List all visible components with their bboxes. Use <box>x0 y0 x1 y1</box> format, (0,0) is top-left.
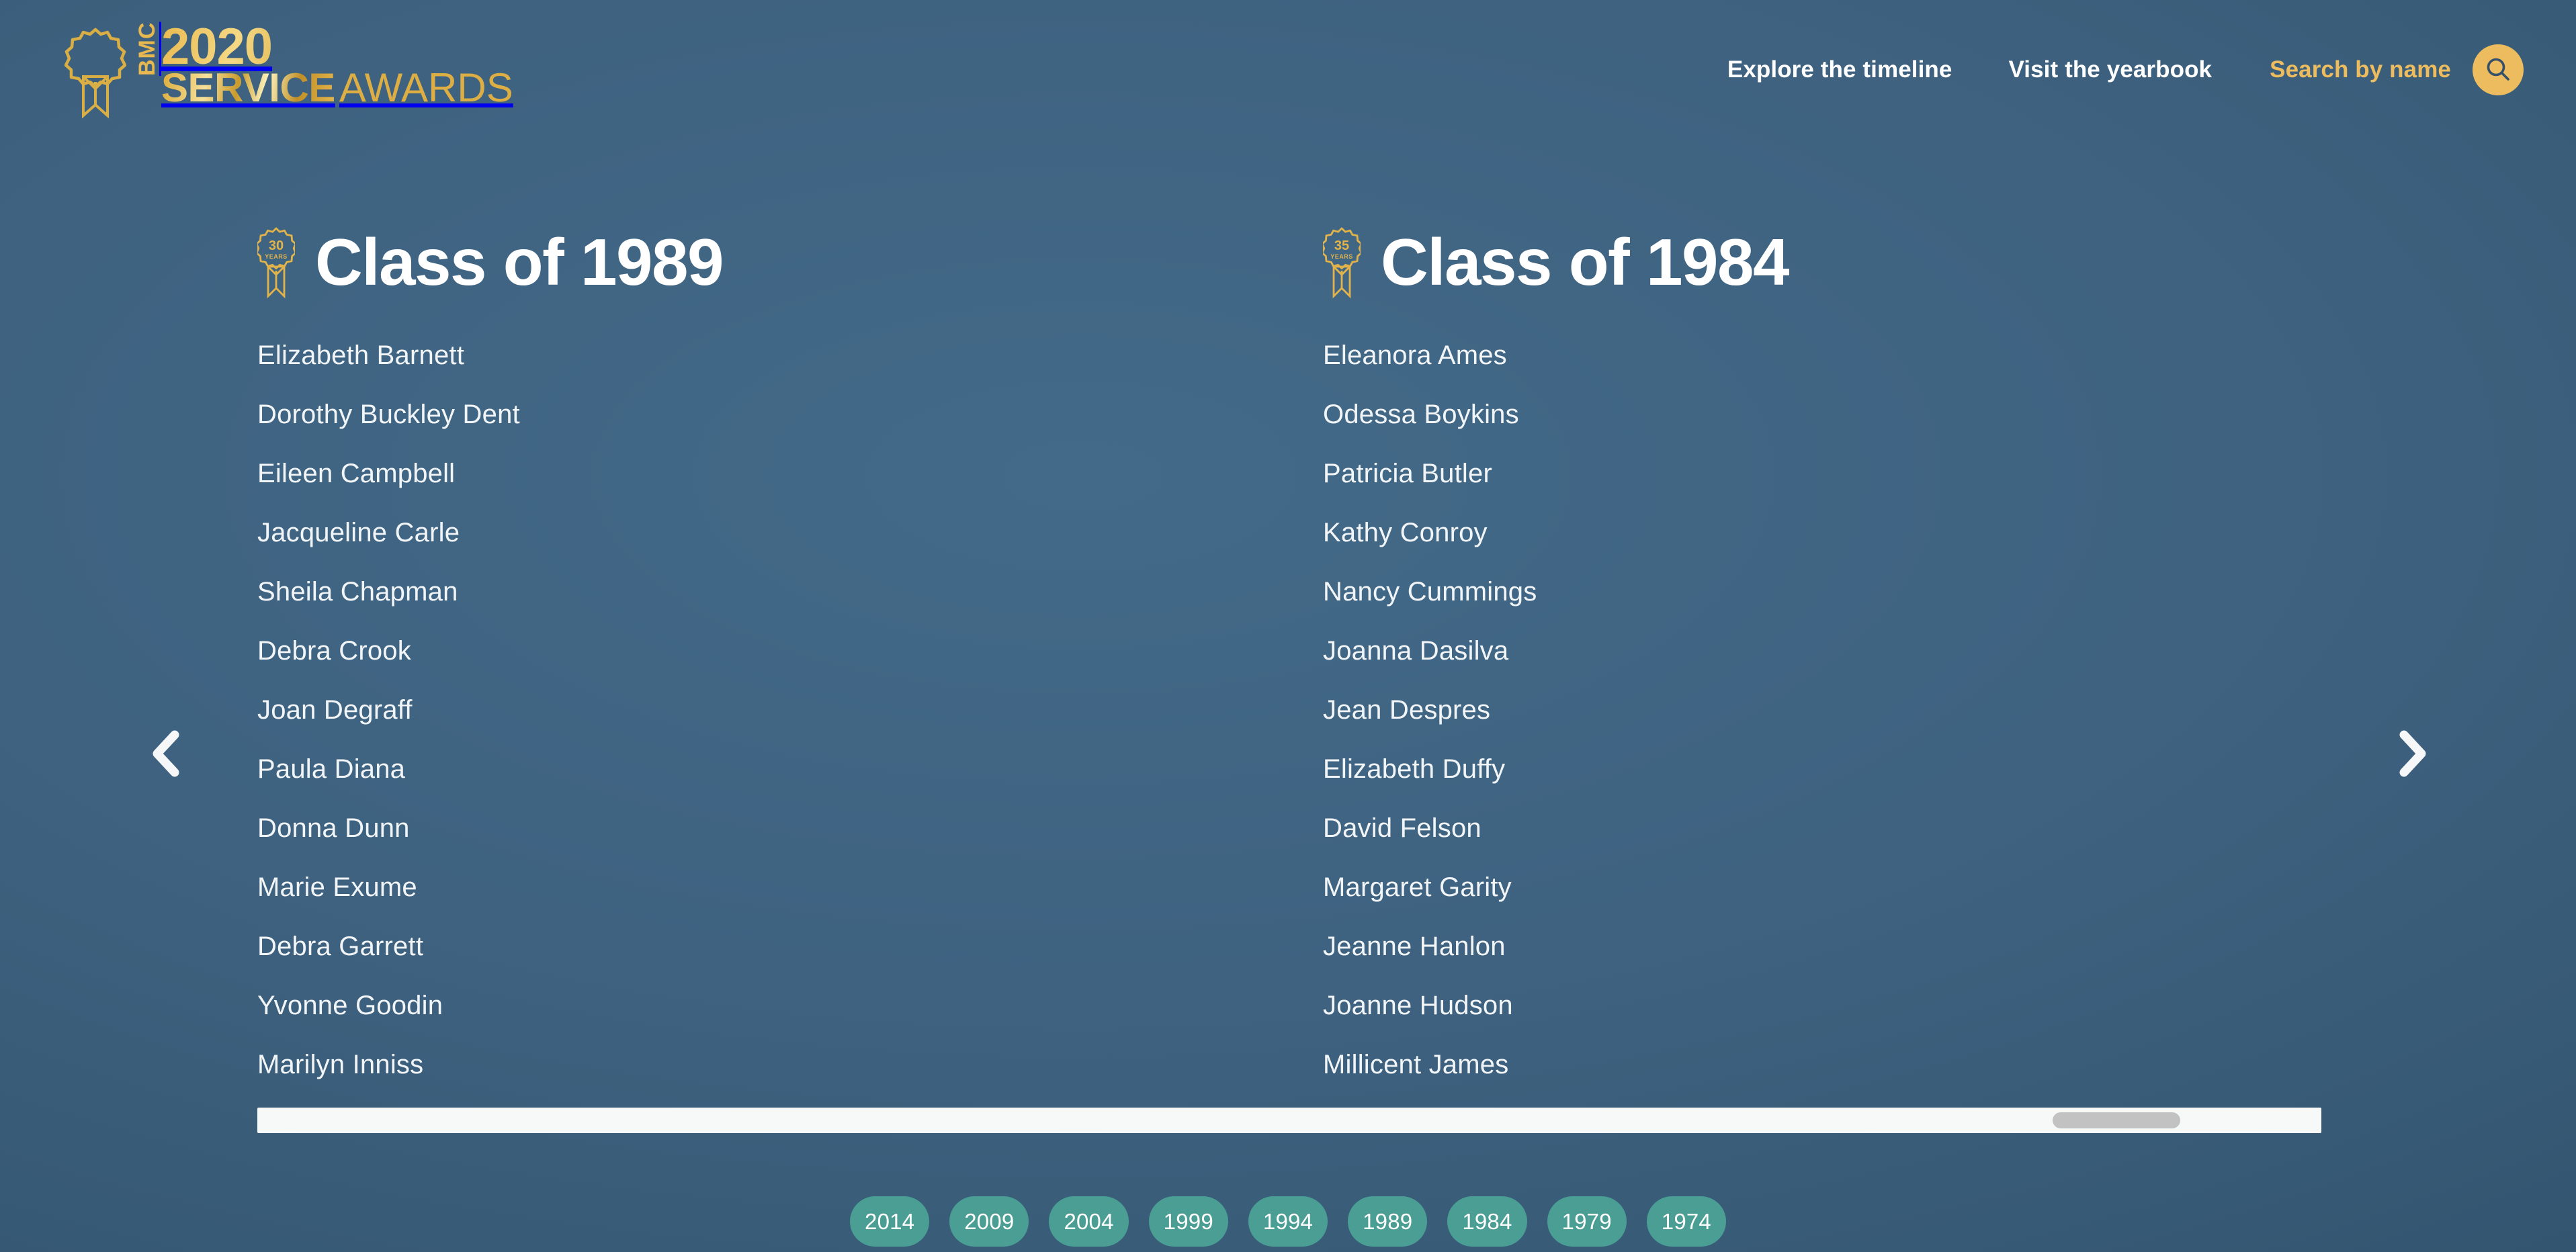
list-item[interactable]: Dorothy Buckley Dent <box>257 385 1256 444</box>
site-header: BMC 2020 SERVICE AWARDS Explore the time… <box>0 0 2576 154</box>
brand-logo[interactable]: BMC 2020 SERVICE AWARDS <box>64 21 513 120</box>
carousel-prev-button[interactable] <box>134 722 199 787</box>
classes-viewport: 30 YEARS Class of 1989 Elizabeth Barnett… <box>257 212 2321 1165</box>
year-nav: 2014 2009 2004 1999 1994 1989 1984 1979 … <box>0 1196 2576 1247</box>
scrollbar-thumb[interactable] <box>2053 1112 2180 1128</box>
list-item[interactable]: Marie Exume <box>257 858 1256 917</box>
classes-row: 30 YEARS Class of 1989 Elizabeth Barnett… <box>257 212 2321 1094</box>
brand-year-text: 2020 <box>161 21 513 73</box>
chevron-right-icon <box>2391 727 2434 782</box>
list-item[interactable]: Eleanora Ames <box>1323 326 2321 385</box>
search-icon <box>2483 54 2513 86</box>
anniversary-badge-icon: 30 YEARS <box>257 226 297 300</box>
class-carousel: 30 YEARS Class of 1989 Elizabeth Barnett… <box>0 154 2576 1135</box>
list-item[interactable]: Debra Crook <box>257 621 1256 680</box>
carousel-next-button[interactable] <box>2380 722 2444 787</box>
class-heading: 30 YEARS Class of 1989 <box>257 212 1256 312</box>
chevron-left-icon <box>145 727 188 782</box>
list-item[interactable]: Marilyn Inniss <box>257 1035 1256 1094</box>
year-pill-1994[interactable]: 1994 <box>1248 1196 1328 1247</box>
anniversary-badge-unit: YEARS <box>1330 253 1353 260</box>
nav-link-search-by-name[interactable]: Search by name <box>2270 52 2451 87</box>
year-pill-2014[interactable]: 2014 <box>850 1196 930 1247</box>
list-item[interactable]: Debra Garrett <box>257 917 1256 976</box>
class-title: Class of 1989 <box>315 225 724 299</box>
brand-awards-text: AWARDS <box>339 64 513 110</box>
brand-service-text: SERVICE <box>161 64 335 110</box>
list-item[interactable]: Joanna Dasilva <box>1323 621 2321 680</box>
anniversary-badge-unit: YEARS <box>265 253 288 260</box>
list-item[interactable]: Elizabeth Barnett <box>257 326 1256 385</box>
nav-link-visit-yearbook[interactable]: Visit the yearbook <box>2008 52 2212 87</box>
list-item[interactable]: Yvonne Goodin <box>257 976 1256 1035</box>
class-name-list: Eleanora Ames Odessa Boykins Patricia Bu… <box>1323 326 2321 1094</box>
list-item[interactable]: Joan Degraff <box>257 680 1256 740</box>
anniversary-badge-number: 30 <box>269 238 284 253</box>
year-pill-1979[interactable]: 1979 <box>1547 1196 1627 1247</box>
class-column-1989: 30 YEARS Class of 1989 Elizabeth Barnett… <box>257 212 1256 1094</box>
ribbon-rosette-icon <box>64 26 127 120</box>
nav-link-explore-timeline[interactable]: Explore the timeline <box>1727 52 1952 87</box>
list-item[interactable]: Elizabeth Duffy <box>1323 740 2321 799</box>
list-item[interactable]: Paula Diana <box>257 740 1256 799</box>
list-item[interactable]: Jacqueline Carle <box>257 503 1256 562</box>
list-item[interactable]: Millicent James <box>1323 1035 2321 1094</box>
list-item[interactable]: Kathy Conroy <box>1323 503 2321 562</box>
year-pill-1984[interactable]: 1984 <box>1447 1196 1527 1247</box>
year-pill-1999[interactable]: 1999 <box>1148 1196 1228 1247</box>
year-pill-2004[interactable]: 2004 <box>1049 1196 1129 1247</box>
main-nav: Explore the timeline Visit the yearbook … <box>1727 44 2524 95</box>
list-item[interactable]: Donna Dunn <box>257 799 1256 858</box>
list-item[interactable]: Sheila Chapman <box>257 562 1256 621</box>
class-title: Class of 1984 <box>1381 225 1789 299</box>
class-column-1984: 35 YEARS Class of 1984 Eleanora Ames Ode… <box>1321 212 2321 1094</box>
list-item[interactable]: Jean Despres <box>1323 680 2321 740</box>
class-heading: 35 YEARS Class of 1984 <box>1321 212 2321 312</box>
list-item[interactable]: David Felson <box>1323 799 2321 858</box>
list-item[interactable]: Margaret Garity <box>1323 858 2321 917</box>
list-item[interactable]: Eileen Campbell <box>257 444 1256 503</box>
list-item[interactable]: Nancy Cummings <box>1323 562 2321 621</box>
anniversary-badge-number: 35 <box>1334 238 1349 253</box>
year-pill-2009[interactable]: 2009 <box>949 1196 1029 1247</box>
list-item[interactable]: Odessa Boykins <box>1323 385 2321 444</box>
list-item[interactable]: Jeanne Hanlon <box>1323 917 2321 976</box>
horizontal-scrollbar[interactable] <box>257 1108 2321 1133</box>
year-pill-1974[interactable]: 1974 <box>1646 1196 1726 1247</box>
list-item[interactable]: Joanne Hudson <box>1323 976 2321 1035</box>
brand-bmc-text: BMC <box>134 21 160 77</box>
list-item[interactable]: Patricia Butler <box>1323 444 2321 503</box>
anniversary-badge-icon: 35 YEARS <box>1321 226 1363 300</box>
year-pill-1989[interactable]: 1989 <box>1348 1196 1428 1247</box>
search-button[interactable] <box>2473 44 2524 95</box>
class-name-list: Elizabeth Barnett Dorothy Buckley Dent E… <box>257 326 1256 1094</box>
